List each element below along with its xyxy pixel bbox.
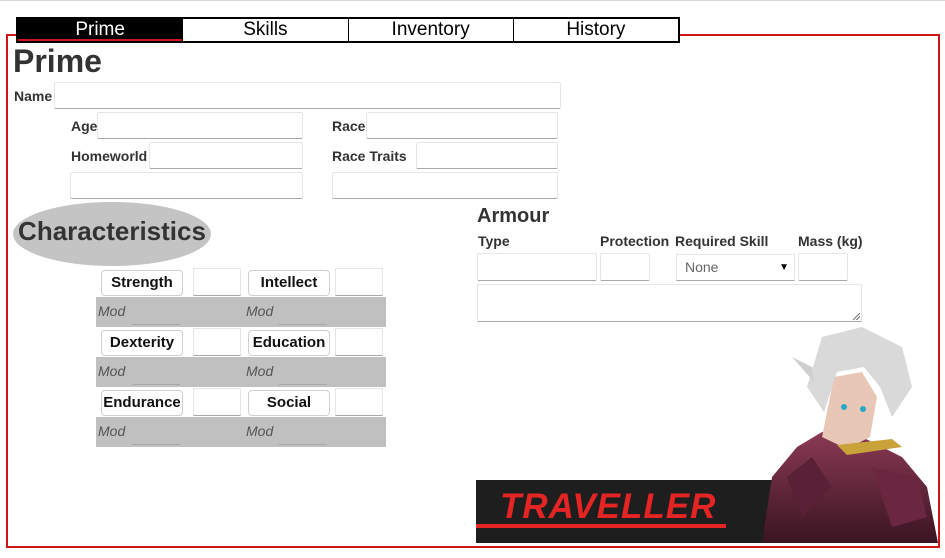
intellect-mod-value — [279, 298, 327, 325]
education-mod-value — [279, 358, 327, 385]
tab-history[interactable]: History — [512, 19, 678, 41]
social-mod-value — [279, 418, 327, 445]
dexterity-mod-label: Mod — [98, 363, 126, 379]
resize-grip-icon[interactable] — [853, 313, 860, 320]
traveller-logo: TRAVELLER — [476, 480, 776, 543]
armour-required-skill-select[interactable]: None ▼ — [676, 254, 795, 281]
race-traits-input[interactable] — [416, 142, 558, 169]
armour-notes-textarea[interactable] — [477, 284, 862, 322]
race-input[interactable] — [366, 112, 558, 139]
strength-button[interactable]: Strength — [101, 270, 183, 296]
age-label: Age — [71, 118, 98, 134]
intellect-button[interactable]: Intellect — [248, 270, 330, 296]
armour-title: Armour — [477, 205, 550, 227]
education-mod-label: Mod — [246, 363, 274, 379]
tab-bar: Prime Skills Inventory History — [16, 17, 680, 43]
logo-stripe — [476, 524, 726, 528]
race-traits-input-extra[interactable] — [332, 172, 558, 199]
endurance-mod-label: Mod — [98, 423, 126, 439]
age-input[interactable] — [97, 112, 303, 139]
intellect-input[interactable] — [335, 268, 383, 296]
traveller-logo-text: TRAVELLER — [500, 487, 717, 526]
character-portrait — [762, 327, 938, 543]
endurance-button[interactable]: Endurance — [101, 390, 183, 416]
chevron-down-icon: ▼ — [779, 262, 789, 273]
characteristics-title: Characteristics — [18, 216, 206, 246]
armour-type-header: Type — [478, 233, 510, 249]
page-title: Prime — [13, 43, 102, 79]
social-input[interactable] — [335, 388, 383, 416]
tab-prime[interactable]: Prime — [18, 19, 183, 41]
race-label: Race — [332, 118, 366, 134]
characteristics-heading: Characteristics — [13, 202, 211, 266]
armour-protection-input[interactable] — [600, 253, 650, 281]
name-input[interactable] — [54, 82, 561, 109]
social-button[interactable]: Social — [248, 390, 330, 416]
dexterity-input[interactable] — [193, 328, 241, 356]
armour-required-skill-value: None — [685, 259, 719, 275]
strength-mod-value — [132, 298, 180, 325]
homeworld-input[interactable] — [149, 142, 303, 169]
name-label: Name — [14, 88, 53, 104]
dexterity-mod-value — [132, 358, 180, 385]
armour-required-skill-header: Required Skill — [675, 233, 769, 249]
race-traits-label: Race Traits — [332, 148, 407, 164]
armour-protection-header: Protection — [600, 233, 670, 249]
social-mod-label: Mod — [246, 423, 274, 439]
homeworld-label: Homeworld — [71, 148, 148, 164]
armour-mass-input[interactable] — [798, 253, 848, 281]
tab-skills[interactable]: Skills — [182, 19, 347, 41]
education-button[interactable]: Education — [248, 330, 330, 356]
strength-input[interactable] — [193, 268, 241, 296]
intellect-mod-label: Mod — [246, 303, 274, 319]
education-input[interactable] — [335, 328, 383, 356]
homeworld-input-extra[interactable] — [70, 172, 303, 199]
armour-type-input[interactable] — [477, 253, 597, 281]
dexterity-button[interactable]: Dexterity — [101, 330, 183, 356]
endurance-mod-value — [132, 418, 180, 445]
endurance-input[interactable] — [193, 388, 241, 416]
armour-mass-header: Mass (kg) — [798, 233, 863, 249]
tab-inventory[interactable]: Inventory — [347, 19, 513, 41]
strength-mod-label: Mod — [98, 303, 126, 319]
top-border — [0, 0, 945, 1]
